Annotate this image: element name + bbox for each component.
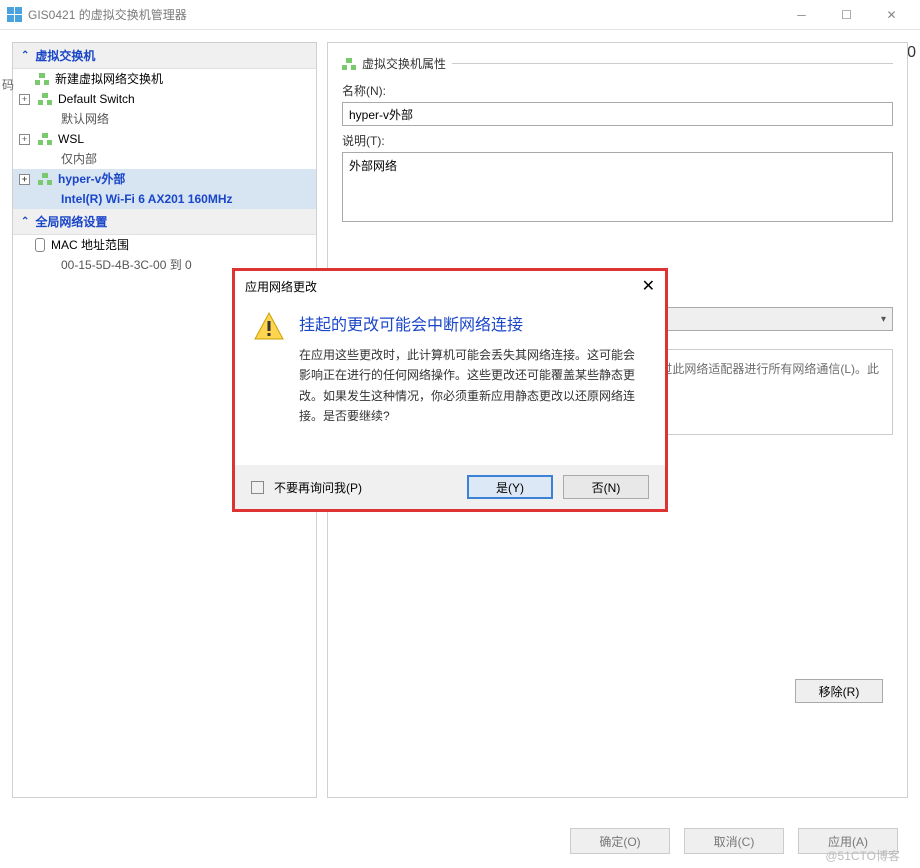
expand-icon[interactable]: + bbox=[19, 174, 30, 185]
titlebar: GIS0421 的虚拟交换机管理器 ─ ☐ ✕ bbox=[0, 0, 920, 30]
item-label: hyper-v外部 bbox=[58, 171, 125, 187]
network-icon bbox=[38, 133, 52, 145]
default-switch-sub: 默认网络 bbox=[13, 109, 316, 129]
confirm-dialog: 应用网络更改 ✕ 挂起的更改可能会中断网络连接 在应用这些更改时，此计算机可能会… bbox=[232, 268, 668, 512]
default-switch-item[interactable]: + Default Switch bbox=[13, 89, 316, 109]
wsl-item[interactable]: + WSL bbox=[13, 129, 316, 149]
minimize-button[interactable]: ─ bbox=[779, 0, 824, 30]
desc-label: 说明(T): bbox=[342, 132, 893, 149]
ok-button[interactable]: 确定(O) bbox=[570, 828, 670, 854]
item-label: WSL bbox=[58, 131, 84, 147]
mac-range-item[interactable]: MAC 地址范围 bbox=[13, 235, 316, 255]
device-icon bbox=[35, 238, 45, 252]
dont-ask-label: 不要再询问我(P) bbox=[274, 479, 362, 496]
network-icon bbox=[38, 93, 52, 105]
hyperv-item[interactable]: + hyper-v外部 bbox=[13, 169, 316, 189]
item-label: MAC 地址范围 bbox=[51, 237, 129, 253]
item-label: 新建虚拟网络交换机 bbox=[55, 71, 163, 87]
name-label: 名称(N): bbox=[342, 82, 893, 99]
group-label: 全局网络设置 bbox=[35, 213, 107, 230]
dont-ask-checkbox[interactable] bbox=[251, 481, 264, 494]
expand-icon[interactable]: + bbox=[19, 94, 30, 105]
expand-icon[interactable]: + bbox=[19, 134, 30, 145]
warning-icon bbox=[253, 311, 285, 427]
edge-text: 0 bbox=[907, 44, 916, 62]
wsl-sub: 仅内部 bbox=[13, 149, 316, 169]
chevron-up-icon: ⌃ bbox=[21, 50, 29, 61]
group-label: 虚拟交换机 bbox=[35, 47, 95, 64]
chevron-up-icon: ⌃ bbox=[21, 216, 29, 227]
network-icon bbox=[342, 58, 356, 70]
hyperv-sub: Intel(R) Wi-Fi 6 AX201 160MHz bbox=[13, 189, 316, 209]
name-input[interactable] bbox=[342, 102, 893, 126]
cancel-button[interactable]: 取消(C) bbox=[684, 828, 784, 854]
dialog-close-icon[interactable]: ✕ bbox=[642, 276, 655, 296]
no-button[interactable]: 否(N) bbox=[563, 475, 649, 499]
desc-textarea[interactable]: 外部网络 bbox=[342, 152, 893, 222]
network-icon bbox=[38, 173, 52, 185]
section-title: 虚拟交换机属性 bbox=[362, 55, 446, 72]
maximize-button[interactable]: ☐ bbox=[824, 0, 869, 30]
new-switch-item[interactable]: 新建虚拟网络交换机 bbox=[13, 69, 316, 89]
edge-crumb: 码 bbox=[2, 76, 14, 93]
group-global-settings[interactable]: ⌃ 全局网络设置 bbox=[13, 209, 316, 235]
app-icon bbox=[6, 7, 22, 23]
network-icon bbox=[35, 73, 49, 85]
remove-button[interactable]: 移除(R) bbox=[795, 679, 883, 703]
dialog-heading: 挂起的更改可能会中断网络连接 bbox=[299, 311, 645, 335]
window-title: GIS0421 的虚拟交换机管理器 bbox=[28, 6, 187, 23]
dialog-body-text: 在应用这些更改时，此计算机可能会丢失其网络连接。这可能会影响正在进行的任何网络操… bbox=[299, 345, 645, 427]
section-header: 虚拟交换机属性 bbox=[342, 53, 893, 74]
item-label: Default Switch bbox=[58, 91, 135, 107]
close-button[interactable]: ✕ bbox=[869, 0, 914, 30]
yes-button[interactable]: 是(Y) bbox=[467, 475, 553, 499]
dialog-title: 应用网络更改 bbox=[245, 278, 317, 295]
group-virtual-switches[interactable]: ⌃ 虚拟交换机 bbox=[13, 43, 316, 69]
watermark: @51CTO博客 bbox=[825, 847, 900, 864]
